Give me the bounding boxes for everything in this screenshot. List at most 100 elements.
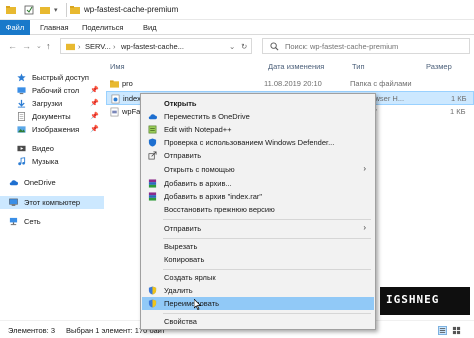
html-file-icon <box>111 94 120 104</box>
php-file-icon <box>110 107 119 117</box>
back-arrow-icon[interactable]: ← <box>8 41 17 51</box>
up-arrow-icon[interactable]: ↑ <box>46 41 51 51</box>
breadcrumb-chevron-icon: › <box>78 42 81 51</box>
menu-item-label: Копировать <box>164 255 205 264</box>
sidebar-item-pictures[interactable]: Изображения 📌 <box>0 123 104 136</box>
menu-item-send-to[interactable]: Отправить › <box>142 222 374 235</box>
sidebar-item-onedrive[interactable]: OneDrive <box>0 176 96 189</box>
new-folder-icon[interactable] <box>40 5 50 15</box>
ribbon-tabs: Файл Главная Поделиться Вид <box>0 20 474 35</box>
status-item-count: Элементов: 3 <box>8 326 56 335</box>
menu-item-share[interactable]: Отправить <box>142 149 374 162</box>
menu-item-open[interactable]: Открыть <box>142 97 374 110</box>
file-date: 11.08.2019 20:10 <box>264 79 322 88</box>
sidebar-item-downloads[interactable]: Загрузки 📌 <box>0 97 104 110</box>
music-icon <box>18 157 26 166</box>
menu-item-label: Вырезать <box>164 242 198 251</box>
properties-icon[interactable] <box>24 5 34 15</box>
breadcrumb-folder[interactable]: wp-fastest-cache... <box>121 42 184 51</box>
sidebar-item-label: Рабочий стол <box>32 86 80 95</box>
column-header-size[interactable]: Размер <box>426 62 452 71</box>
title-bar: ▾ wp-fastest-cache-premium <box>0 0 474 20</box>
menu-item-label: Проверка с использованием Windows Defend… <box>164 138 335 147</box>
large-icons-view-icon[interactable] <box>452 326 461 335</box>
menu-item-open-with[interactable]: Открыть с помощью › <box>142 163 374 176</box>
breadcrumb-chevron-icon: › <box>113 42 116 51</box>
menu-item-label: Добавить в архив... <box>164 179 232 188</box>
menu-separator <box>163 269 371 270</box>
menu-item-add-to-archive[interactable]: Добавить в архив... <box>142 177 374 190</box>
pin-icon: 📌 <box>90 87 99 94</box>
pin-icon: 📌 <box>90 113 99 120</box>
network-icon <box>9 217 18 226</box>
breadcrumb-server[interactable]: SERV... <box>85 42 111 51</box>
menu-separator <box>163 313 371 314</box>
menu-item-label: Переименовать <box>164 299 219 308</box>
sidebar-item-network[interactable]: Сеть <box>0 215 96 228</box>
menu-item-label: Свойства <box>164 317 197 326</box>
file-row[interactable]: pro 11.08.2019 20:10 Папка с файлами <box>106 77 474 91</box>
menu-item-label: Удалить <box>164 286 193 295</box>
file-name: pro <box>122 79 133 88</box>
sidebar-item-documents[interactable]: Документы 📌 <box>0 110 104 123</box>
shield-icon <box>148 299 157 308</box>
defender-icon <box>148 138 157 147</box>
recent-dropdown-icon[interactable]: ⌄ <box>36 42 42 50</box>
sidebar-item-desktop[interactable]: Рабочий стол 📌 <box>0 84 104 97</box>
menu-item-label: Добавить в архив "index.rar" <box>164 192 263 201</box>
menu-item-label: Отправить <box>164 151 202 160</box>
column-header-type[interactable]: Тип <box>352 62 365 71</box>
menu-item-label: Edit with Notepad++ <box>164 125 232 134</box>
tab-file[interactable]: Файл <box>0 20 30 35</box>
submenu-arrow-icon: › <box>363 164 366 173</box>
sidebar-item-this-pc[interactable]: Этот компьютер <box>0 196 104 209</box>
menu-item-copy[interactable]: Копировать <box>142 253 374 266</box>
sidebar-item-quick-access[interactable]: Быстрый доступ <box>0 71 104 84</box>
menu-item-label: Переместить в OneDrive <box>164 112 250 121</box>
window-title: wp-fastest-cache-premium <box>84 5 179 14</box>
column-header-name[interactable]: Имя <box>110 62 125 71</box>
menu-separator <box>163 238 371 239</box>
pin-icon: 📌 <box>90 100 99 107</box>
winrar-icon <box>148 179 157 188</box>
quick-access-dropdown-icon[interactable]: ▾ <box>54 6 64 16</box>
tab-share[interactable]: Поделиться <box>82 20 123 35</box>
desktop-icon <box>17 87 26 95</box>
sidebar-item-label: Изображения <box>32 125 80 134</box>
share-icon <box>148 151 157 160</box>
menu-item-create-shortcut[interactable]: Создать ярлык <box>142 271 374 284</box>
document-icon <box>17 112 26 121</box>
cloud-icon <box>9 180 18 186</box>
sidebar-item-music[interactable]: Музыка <box>0 155 104 168</box>
sidebar-item-videos[interactable]: Видео <box>0 142 104 155</box>
star-icon <box>17 73 26 82</box>
file-type: Папка с файлами <box>350 79 412 88</box>
address-dropdown-icon[interactable]: ⌄ <box>229 42 235 51</box>
column-header-date[interactable]: Дата изменения <box>268 62 324 71</box>
pictures-icon <box>17 126 26 133</box>
download-icon <box>17 99 26 108</box>
column-headers: Имя Дата изменения Тип Размер <box>104 58 474 74</box>
pin-icon: 📌 <box>90 126 99 133</box>
menu-item-restore-previous[interactable]: Восстановить прежнюю версию <box>142 203 374 216</box>
address-bar[interactable]: › SERV... › wp-fastest-cache... ⌄ ↻ <box>60 38 252 54</box>
title-separator <box>66 3 67 17</box>
submenu-arrow-icon: › <box>363 223 366 232</box>
tab-view[interactable]: Вид <box>143 20 157 35</box>
sidebar-item-label: OneDrive <box>24 178 56 187</box>
menu-item-move-to-onedrive[interactable]: Переместить в OneDrive <box>142 110 374 123</box>
menu-item-defender-scan[interactable]: Проверка с использованием Windows Defend… <box>142 136 374 149</box>
sidebar-item-label: Музыка <box>32 157 59 166</box>
search-box[interactable]: Поиск: wp-fastest-cache-premium <box>262 38 470 54</box>
details-view-icon[interactable] <box>438 326 447 335</box>
refresh-icon[interactable]: ↻ <box>241 42 247 51</box>
menu-item-properties[interactable]: Свойства <box>142 315 374 328</box>
menu-item-rename[interactable]: Переименовать <box>142 297 374 310</box>
menu-item-delete[interactable]: Удалить <box>142 284 374 297</box>
menu-item-edit-notepadpp[interactable]: Edit with Notepad++ <box>142 123 374 136</box>
menu-item-cut[interactable]: Вырезать <box>142 240 374 253</box>
forward-arrow-icon[interactable]: → <box>22 41 31 51</box>
tab-home[interactable]: Главная <box>40 20 69 35</box>
menu-item-add-to-index-rar[interactable]: Добавить в архив "index.rar" <box>142 190 374 203</box>
search-icon <box>270 42 279 51</box>
